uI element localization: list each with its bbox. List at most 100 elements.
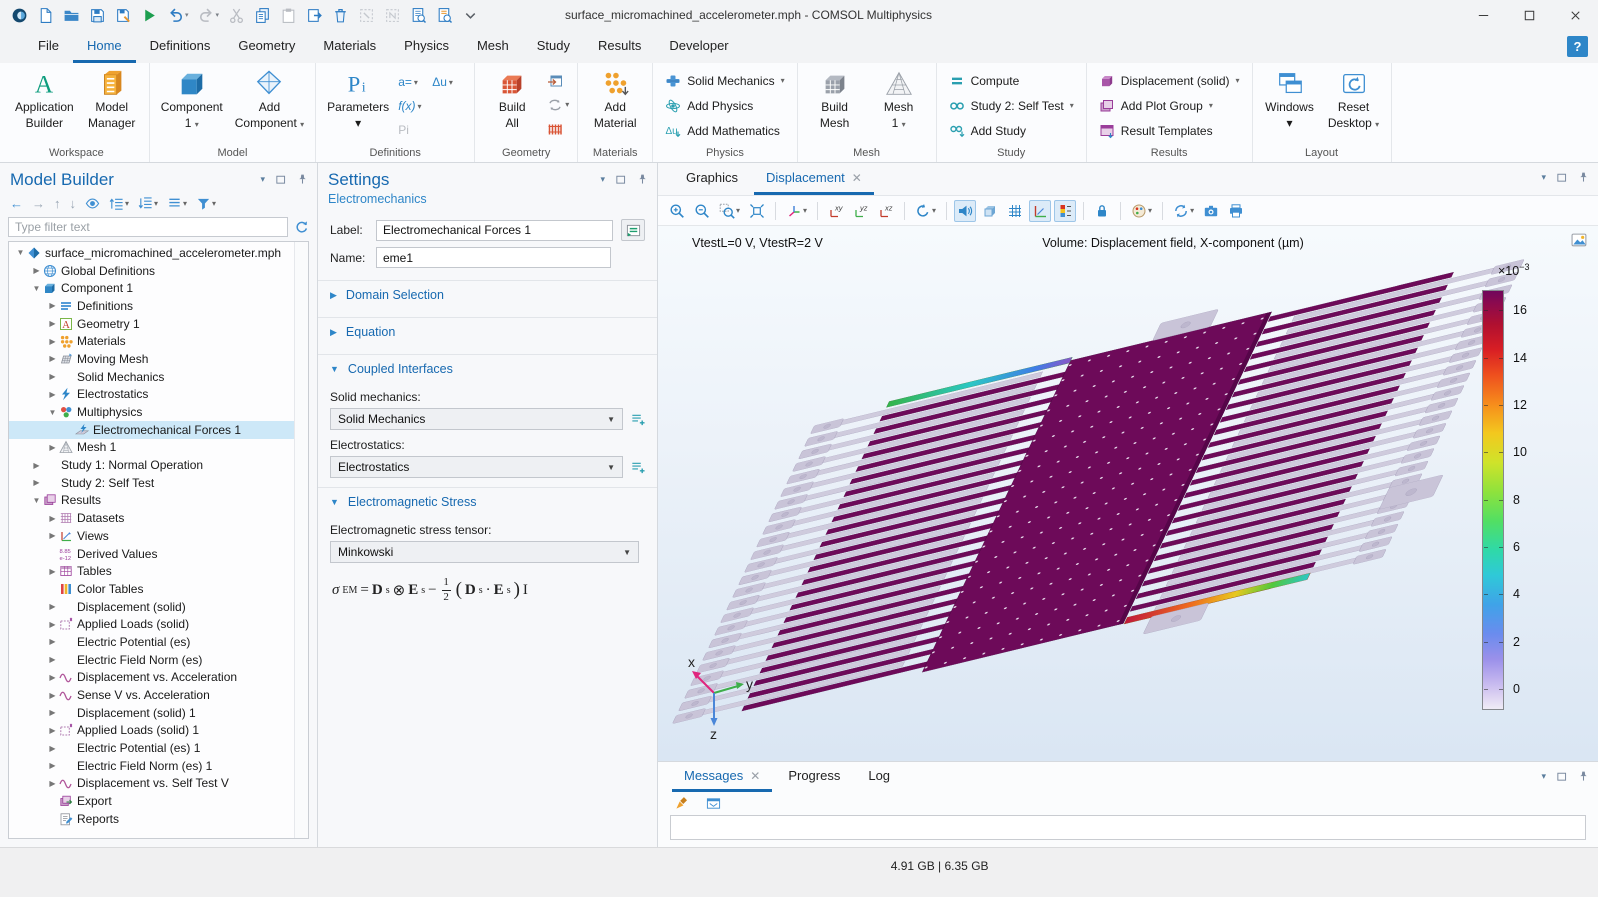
- tree-item[interactable]: ▼ surface_micromachined_accelerometer.mp…: [9, 244, 294, 262]
- zoom-in-button[interactable]: [666, 200, 688, 222]
- chevron-right-icon[interactable]: ▶: [46, 620, 59, 629]
- graphics-tab-displacement[interactable]: Displacement✕: [754, 163, 874, 195]
- tree-item[interactable]: ▶ AGeometry 1: [9, 315, 294, 333]
- panel-menu-icon[interactable]: ▾: [1541, 172, 1546, 183]
- chevron-right-icon[interactable]: ▶: [46, 779, 59, 788]
- import-geometry-button[interactable]: [547, 70, 569, 91]
- tree-item[interactable]: ▶ Sense V vs. Acceleration: [9, 686, 294, 704]
- tree-item[interactable]: ▶ Displacement vs. Acceleration: [9, 669, 294, 687]
- model-manager-button[interactable]: ModelManager: [83, 66, 141, 131]
- ribbon-tab-results[interactable]: Results: [584, 30, 655, 63]
- delete-button[interactable]: [331, 6, 350, 25]
- zoom-extents-button[interactable]: [746, 200, 768, 222]
- save-as-button[interactable]: [114, 6, 133, 25]
- chevron-right-icon[interactable]: ▶: [46, 354, 59, 363]
- zoom-out-button[interactable]: [691, 200, 713, 222]
- undo-button[interactable]: ▾: [166, 6, 190, 25]
- chevron-right-icon[interactable]: ▶: [46, 691, 59, 700]
- tree-item[interactable]: Reports: [9, 810, 294, 828]
- label-field-input[interactable]: [376, 220, 613, 241]
- float-panel-icon[interactable]: [1555, 770, 1568, 783]
- show-legends-toggle[interactable]: [1054, 200, 1076, 222]
- float-panel-icon[interactable]: [614, 173, 627, 186]
- transparency-toggle[interactable]: [979, 200, 1001, 222]
- rename-button[interactable]: [621, 219, 645, 241]
- tree-item[interactable]: ▶ Electric Potential (es) 1: [9, 739, 294, 757]
- minimize-button[interactable]: [1460, 0, 1506, 30]
- graphics-tab-graphics[interactable]: Graphics: [674, 163, 750, 195]
- tree-item[interactable]: ▶ Views: [9, 527, 294, 545]
- create-coupling-icon[interactable]: [630, 412, 645, 427]
- go-back-button[interactable]: ←: [10, 196, 23, 211]
- section-coupled-interfaces[interactable]: ▼ Coupled Interfaces: [318, 354, 657, 382]
- chevron-right-icon[interactable]: ▶: [46, 531, 59, 540]
- tree-item[interactable]: ▶ Global Definitions: [9, 262, 294, 280]
- add-physics-button[interactable]: Add Physics: [661, 93, 788, 118]
- chevron-down-icon[interactable]: ▼: [46, 408, 59, 417]
- duplicate-button[interactable]: [305, 6, 324, 25]
- update-plot-button[interactable]: ▾: [1170, 200, 1197, 222]
- collapse-all-button[interactable]: ▾: [138, 196, 158, 211]
- result-templates-button[interactable]: Result Templates: [1095, 118, 1244, 143]
- chevron-down-icon[interactable]: ▼: [30, 496, 43, 505]
- chevron-right-icon[interactable]: ▶: [46, 655, 59, 664]
- refresh-icon[interactable]: [294, 220, 309, 235]
- panel-menu-icon[interactable]: ▾: [1541, 771, 1546, 782]
- name-field-input[interactable]: [376, 247, 611, 268]
- tree-scrollbar[interactable]: [294, 242, 308, 838]
- show-axis-toggle[interactable]: [1029, 200, 1051, 222]
- parameters-button[interactable]: PiParameters▾: [324, 66, 392, 131]
- pin-panel-icon[interactable]: [1577, 171, 1590, 184]
- cut-button[interactable]: [227, 6, 246, 25]
- add-material-button[interactable]: AddMaterial: [586, 66, 644, 131]
- ribbon-tab-geometry[interactable]: Geometry: [224, 30, 309, 63]
- pin-panel-icon[interactable]: [296, 173, 309, 186]
- paste-button[interactable]: [279, 6, 298, 25]
- messages-tab-log[interactable]: Log: [856, 762, 902, 792]
- chevron-right-icon[interactable]: ▶: [46, 372, 59, 381]
- plot-group-select[interactable]: Displacement (solid)▾: [1095, 68, 1244, 93]
- chevron-right-icon[interactable]: ▶: [30, 461, 43, 470]
- section-equation[interactable]: ▶ Equation: [318, 317, 657, 345]
- run-button[interactable]: [140, 6, 159, 25]
- add-plot-group-button[interactable]: Add Plot Group▾: [1095, 93, 1244, 118]
- tree-item[interactable]: ▶ Definitions: [9, 297, 294, 315]
- chevron-right-icon[interactable]: ▶: [46, 567, 59, 576]
- study-select[interactable]: Study 2: Self Test▾: [945, 93, 1078, 118]
- open-messages-window-button[interactable]: [703, 793, 724, 814]
- tree-item[interactable]: ▶ Mesh 1: [9, 439, 294, 457]
- chevron-right-icon[interactable]: ▶: [30, 478, 43, 487]
- build-mesh-button[interactable]: BuildMesh: [806, 66, 864, 131]
- redo-button[interactable]: ▾: [197, 6, 221, 25]
- tree-item[interactable]: Electromechanical Forces 1: [9, 421, 294, 439]
- tree-item[interactable]: ▶ Study 1: Normal Operation: [9, 456, 294, 474]
- print-button[interactable]: [1225, 200, 1247, 222]
- tree-item[interactable]: ▶ Electrostatics: [9, 386, 294, 404]
- plot-image-icon[interactable]: [1571, 232, 1588, 249]
- electrostatics-select[interactable]: Electrostatics▼: [330, 456, 623, 478]
- open-button[interactable]: [62, 6, 81, 25]
- reset-desktop-button[interactable]: ResetDesktop ▾: [1325, 66, 1383, 131]
- windows-button[interactable]: Windows▾: [1261, 66, 1319, 131]
- pin-panel-icon[interactable]: [636, 173, 649, 186]
- build-all-button[interactable]: BuildAll: [483, 66, 541, 131]
- ribbon-tab-home[interactable]: Home: [73, 30, 136, 63]
- show-grid-toggle[interactable]: [1004, 200, 1026, 222]
- virtual-operations-button[interactable]: [547, 118, 569, 139]
- mesh-1-button[interactable]: Mesh1 ▾: [870, 66, 928, 131]
- model-tree-node-text-button[interactable]: ▾: [167, 196, 187, 211]
- panel-menu-icon[interactable]: ▾: [260, 174, 265, 185]
- clear-messages-button[interactable]: [672, 793, 693, 814]
- tree-item[interactable]: ▶ Solid Mechanics: [9, 368, 294, 386]
- ribbon-tab-physics[interactable]: Physics: [390, 30, 463, 63]
- chevron-right-icon[interactable]: ▶: [46, 514, 59, 523]
- image-snapshot-button[interactable]: [1200, 200, 1222, 222]
- customize-qat-button[interactable]: [461, 6, 480, 25]
- save-button[interactable]: [88, 6, 107, 25]
- enable-selection-button[interactable]: [383, 6, 402, 25]
- tree-item[interactable]: Export: [9, 792, 294, 810]
- tree-item[interactable]: ▶ Displacement (solid) 1: [9, 704, 294, 722]
- filter-button[interactable]: ▾: [196, 196, 216, 211]
- close-tab-icon[interactable]: ✕: [852, 171, 862, 185]
- disable-selection-button[interactable]: [357, 6, 376, 25]
